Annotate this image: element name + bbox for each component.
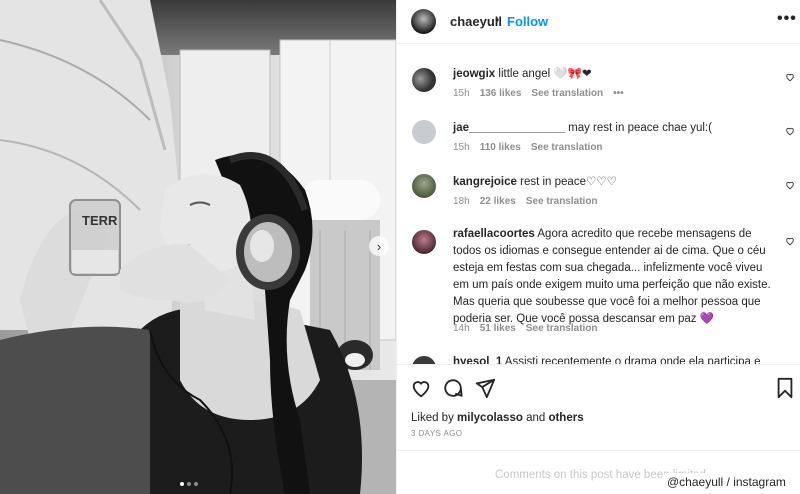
bookmark-icon[interactable]	[774, 377, 796, 399]
see-translation-link[interactable]: See translation	[531, 142, 603, 153]
comment-meta: 18h 22 likes See translation	[453, 196, 598, 207]
commenter-username[interactable]: hyesol_1	[453, 356, 502, 364]
comment-meta: 15h 110 likes See translation	[453, 142, 603, 153]
separator-dot: •	[495, 13, 500, 27]
comment-more-icon[interactable]: •••	[613, 88, 624, 99]
image-credit: @chaeyull / instagram	[663, 473, 790, 491]
comment-likes[interactable]: 51 likes	[480, 323, 516, 334]
comments-list[interactable]: jeowgix little angel 🤍🎀❤ 15h 136 likes S…	[397, 44, 800, 364]
chevron-right-icon: ›	[376, 238, 382, 254]
commenter-avatar[interactable]	[412, 68, 436, 92]
comment-meta: 14h 51 likes See translation	[453, 323, 598, 334]
heart-icon[interactable]	[785, 72, 795, 82]
post-actions	[397, 364, 800, 410]
share-icon[interactable]	[474, 377, 496, 399]
commenter-username[interactable]: jae_______________	[453, 122, 565, 134]
comment-body: Assisti recentemente o drama onde ela pa…	[504, 356, 761, 364]
comment-body: little angel 🤍🎀❤	[498, 68, 592, 80]
next-image-button[interactable]: ›	[369, 236, 389, 256]
comment-time: 14h	[453, 323, 470, 334]
comment-icon[interactable]	[442, 377, 464, 399]
like-icon[interactable]	[410, 377, 432, 399]
likes-others-link[interactable]: others	[548, 412, 583, 424]
commenter-avatar[interactable]	[412, 356, 436, 364]
commenter-avatar[interactable]	[412, 120, 436, 144]
comment-body: rest in peace♡♡♡	[520, 176, 617, 188]
likes-middle: and	[522, 412, 549, 424]
comment-time: 18h	[453, 196, 470, 207]
comment-time: 15h	[453, 142, 470, 153]
post-date: 3 DAYS AGO	[411, 429, 463, 438]
follow-button[interactable]: Follow	[507, 14, 548, 29]
carousel-indicator	[180, 482, 198, 486]
likes-summary: Liked by milycolasso and others	[411, 412, 584, 424]
comment-likes[interactable]: 110 likes	[480, 142, 521, 153]
comment-footer: Comments on this post have been limited.…	[397, 450, 800, 494]
commenter-avatar[interactable]	[412, 230, 436, 254]
cup-label: TERR	[82, 213, 118, 228]
carousel-dot	[194, 482, 198, 486]
commenter-username[interactable]: kangrejoice	[453, 176, 517, 188]
liker-username[interactable]: milycolasso	[457, 412, 523, 424]
carousel-dot	[187, 482, 191, 486]
author-avatar[interactable]	[411, 9, 436, 34]
post-header: chaeyull • Follow •••	[397, 0, 800, 44]
post-photo[interactable]: TERR ›	[0, 0, 396, 494]
comment-meta: 15h 136 likes See translation •••	[453, 88, 624, 99]
heart-icon[interactable]	[785, 236, 795, 246]
comment-text: kangrejoice rest in peace♡♡♡	[453, 174, 773, 191]
see-translation-link[interactable]: See translation	[526, 196, 598, 207]
comment-likes[interactable]: 136 likes	[480, 88, 522, 99]
commenter-username[interactable]: jeowgix	[453, 68, 495, 80]
commenter-avatar[interactable]	[412, 174, 436, 198]
comment-text: hyesol_1 Assisti recentemente o drama on…	[453, 354, 773, 364]
heart-icon[interactable]	[785, 126, 795, 136]
comment-body: may rest in peace chae yul:(	[568, 122, 712, 134]
see-translation-link[interactable]: See translation	[526, 323, 598, 334]
comment-text: rafaellacoortes Agora acredito que receb…	[453, 226, 773, 328]
heart-icon[interactable]	[785, 180, 795, 190]
post-image: TERR	[0, 0, 396, 494]
commenter-username[interactable]: rafaellacoortes	[453, 228, 535, 240]
see-translation-link[interactable]: See translation	[531, 88, 603, 99]
more-options-icon[interactable]: •••	[777, 10, 797, 28]
comment-likes[interactable]: 22 likes	[480, 196, 516, 207]
post-sidebar: chaeyull • Follow ••• jeowgix little ang…	[396, 0, 800, 494]
comment-body: Agora acredito que recebe mensagens de t…	[453, 228, 771, 325]
comment-time: 15h	[453, 88, 470, 99]
comment-text: jeowgix little angel 🤍🎀❤	[453, 66, 773, 83]
likes-prefix: Liked by	[411, 412, 458, 424]
carousel-dot	[180, 482, 184, 486]
comment-text: jae_______________ may rest in peace cha…	[453, 120, 773, 137]
